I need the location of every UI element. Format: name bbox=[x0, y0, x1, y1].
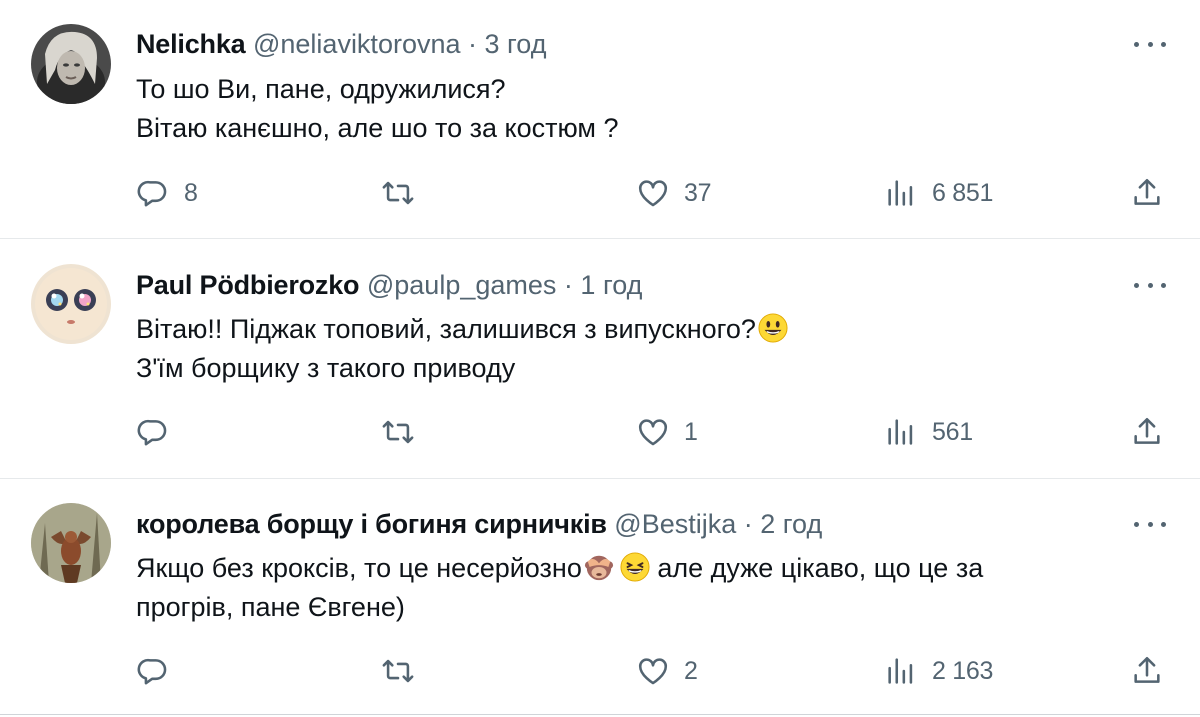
reply-icon bbox=[137, 658, 167, 685]
like-count: 1 bbox=[684, 417, 698, 446]
user-handle[interactable]: @neliaviktorovna bbox=[253, 29, 461, 59]
avatar[interactable] bbox=[31, 264, 111, 344]
retweet-button[interactable] bbox=[381, 176, 429, 210]
retweet-button[interactable] bbox=[381, 654, 429, 688]
grinning-face-emoji bbox=[758, 313, 788, 343]
view-count: 561 bbox=[932, 417, 973, 446]
separator-dot: · bbox=[563, 270, 573, 300]
tweet-text-line: Вітаю канєшно, але шо то за костюм ? bbox=[136, 113, 619, 143]
view-count: 2 163 bbox=[932, 656, 994, 685]
tweet[interactable]: Nelichka @neliaviktorovna · 3 год То шо … bbox=[0, 0, 1200, 239]
share-icon bbox=[1134, 178, 1160, 205]
tweet-header: Nelichka @neliaviktorovna · 3 год bbox=[136, 28, 546, 60]
reply-count: 8 bbox=[184, 178, 198, 207]
tweet-text: Вітаю!! Піджак топовий, залишився з випу… bbox=[136, 310, 1140, 388]
tweet-actions: 8 37 6 851 bbox=[136, 176, 1170, 210]
tweet-text-segment: Якщо без кроксів, то це несерйозно bbox=[136, 553, 582, 583]
views-button[interactable]: 561 bbox=[884, 415, 973, 449]
views-button[interactable]: 2 163 bbox=[884, 654, 993, 688]
views-icon bbox=[888, 180, 913, 206]
tweet-text: То шо Ви, пане, одружилися? Вітаю канєшн… bbox=[136, 70, 1140, 148]
like-icon bbox=[638, 180, 668, 207]
like-count: 2 bbox=[684, 656, 698, 685]
tweet-header: Paul Pödbierozko @paulp_games · 1 год bbox=[136, 269, 642, 301]
like-icon bbox=[638, 658, 668, 685]
more-icon[interactable] bbox=[1134, 275, 1166, 295]
tweet-header: королева борщу і богиня сирничків @Besti… bbox=[136, 508, 822, 540]
reply-button[interactable] bbox=[136, 415, 184, 449]
separator-dot: · bbox=[743, 509, 753, 539]
tweet-text-line: Якщо без кроксів, то це несерйозно але д… bbox=[136, 549, 1140, 588]
tweet-actions: 1 561 bbox=[136, 415, 1170, 449]
view-count: 6 851 bbox=[932, 178, 994, 207]
views-icon bbox=[888, 419, 913, 445]
like-icon bbox=[638, 419, 668, 446]
like-button[interactable]: 2 bbox=[636, 654, 698, 688]
share-button[interactable] bbox=[1130, 415, 1164, 449]
reply-button[interactable] bbox=[136, 654, 184, 688]
see-no-evil-monkey-emoji bbox=[584, 555, 613, 581]
timestamp[interactable]: 3 год bbox=[485, 29, 547, 59]
reply-icon bbox=[137, 419, 167, 446]
reply-icon bbox=[137, 180, 167, 207]
tweet-text-line: З'їм борщику з такого приводу bbox=[136, 353, 516, 383]
retweet-icon bbox=[382, 659, 414, 683]
display-name[interactable]: королева борщу і богиня сирничків bbox=[136, 509, 607, 539]
tweet[interactable]: королева борщу і богиня сирничків @Besti… bbox=[0, 479, 1200, 715]
display-name[interactable]: Paul Pödbierozko bbox=[136, 270, 360, 300]
like-button[interactable]: 37 bbox=[636, 176, 712, 210]
timestamp[interactable]: 2 год bbox=[760, 509, 822, 539]
tweet-text-segment: Вітаю!! Піджак топовий, залишився з випу… bbox=[136, 314, 756, 344]
separator-dot: · bbox=[468, 29, 478, 59]
views-button[interactable]: 6 851 bbox=[884, 176, 993, 210]
avatar[interactable] bbox=[31, 503, 111, 583]
grinning-squinting-emoji bbox=[620, 552, 650, 582]
like-button[interactable]: 1 bbox=[636, 415, 698, 449]
user-handle[interactable]: @paulp_games bbox=[367, 270, 557, 300]
views-icon bbox=[888, 658, 913, 684]
timestamp[interactable]: 1 год bbox=[580, 270, 642, 300]
share-button[interactable] bbox=[1130, 176, 1164, 210]
tweet-text-line: Вітаю!! Піджак топовий, залишився з випу… bbox=[136, 310, 1140, 349]
retweet-button[interactable] bbox=[381, 415, 429, 449]
retweet-icon bbox=[382, 181, 414, 205]
avatar[interactable] bbox=[31, 24, 111, 104]
tweet-feed: Nelichka @neliaviktorovna · 3 год То шо … bbox=[0, 0, 1200, 717]
tweet-text-segment: але дуже цікаво, що це за bbox=[649, 553, 984, 583]
tweet-text-line: прогрів, пане Євгене) bbox=[136, 592, 405, 622]
share-icon bbox=[1134, 656, 1160, 683]
retweet-icon bbox=[382, 420, 414, 444]
reply-button[interactable]: 8 bbox=[136, 176, 198, 210]
more-icon[interactable] bbox=[1134, 34, 1166, 54]
share-button[interactable] bbox=[1130, 654, 1164, 688]
like-count: 37 bbox=[684, 178, 712, 207]
more-icon[interactable] bbox=[1134, 514, 1166, 534]
tweet-actions: 2 2 163 bbox=[136, 654, 1170, 688]
display-name[interactable]: Nelichka bbox=[136, 29, 246, 59]
tweet-text: Якщо без кроксів, то це несерйозно але д… bbox=[136, 549, 1140, 627]
share-icon bbox=[1134, 417, 1160, 444]
tweet-text-line: То шо Ви, пане, одружилися? bbox=[136, 74, 506, 104]
tweet[interactable]: Paul Pödbierozko @paulp_games · 1 год Ві… bbox=[0, 239, 1200, 479]
user-handle[interactable]: @Bestijka bbox=[614, 509, 736, 539]
